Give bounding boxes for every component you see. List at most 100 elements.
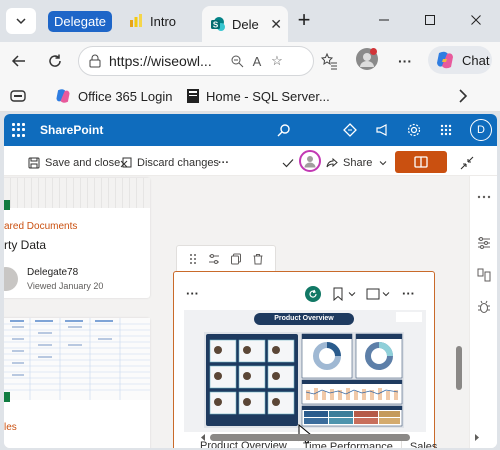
back-button[interactable] [8, 50, 30, 72]
sharepoint-icon: S [211, 17, 225, 31]
document-card[interactable]: ared Documents rty Data Delegate78 Viewe… [4, 178, 150, 298]
tab-group-delegate[interactable]: Delegate [44, 6, 118, 36]
save-and-close-button[interactable]: Save and close [28, 155, 120, 171]
help-icon[interactable] [438, 122, 454, 138]
save-and-close-label: Save and close [45, 157, 121, 169]
tab-label: Intro [150, 13, 177, 29]
svg-text:S: S [213, 21, 219, 30]
close-icon [471, 15, 481, 25]
immersive-reader-button[interactable] [10, 86, 26, 106]
favorite-label: Home - SQL Server... [206, 88, 330, 104]
discard-changes-label: Discard changes [137, 157, 219, 169]
copilot-icon [437, 51, 453, 69]
excel-icon [4, 200, 10, 210]
author-name: Delegate78 [27, 267, 79, 278]
copilot-icon [56, 89, 70, 103]
tab-label: Dele [232, 16, 259, 32]
lock-icon [89, 54, 101, 68]
layout-icon[interactable] [477, 268, 491, 282]
read-aloud-icon[interactable]: A [247, 51, 267, 71]
close-window-button[interactable] [466, 10, 486, 30]
user-avatar[interactable]: D [470, 119, 492, 141]
search-icon[interactable] [276, 122, 292, 138]
favorite-office365[interactable]: Office 365 Login [54, 86, 172, 106]
tab-intro[interactable]: Intro [124, 6, 200, 36]
document-card[interactable]: les [4, 318, 150, 448]
maximize-button[interactable] [420, 10, 440, 30]
app-launcher-icon[interactable] [12, 123, 26, 137]
favorites-icon [320, 52, 337, 70]
zoom-icon[interactable] [227, 51, 247, 71]
report-options-button[interactable]: ··· [402, 286, 415, 301]
edit-properties-icon[interactable] [208, 253, 220, 265]
reset-icon[interactable] [305, 286, 321, 302]
settings-icon[interactable] [406, 122, 422, 138]
share-icon [326, 157, 338, 168]
address-text[interactable]: https://wiseowl... [109, 53, 227, 69]
more-commands-button[interactable]: ··· [218, 155, 229, 171]
view-mode-icon[interactable] [366, 288, 380, 300]
scroll-left-icon[interactable] [200, 434, 206, 441]
viewed-date: Viewed January 20 [27, 281, 104, 291]
refresh-button[interactable] [44, 50, 66, 72]
panel-icon [414, 156, 428, 168]
company-logo [396, 312, 422, 322]
new-tab-button[interactable]: + [292, 9, 316, 33]
properties-icon[interactable] [477, 236, 491, 250]
share-button[interactable]: Share [326, 155, 393, 171]
scroll-right-icon[interactable] [474, 434, 480, 441]
favorite-sql-server[interactable]: Home - SQL Server... [186, 86, 330, 106]
horizontal-scrollbar[interactable] [210, 434, 410, 441]
vertical-scrollbar[interactable] [456, 346, 462, 390]
tab-actions-button[interactable] [6, 8, 36, 34]
chevron-down-icon[interactable] [382, 290, 390, 298]
favorite-label: Office 365 Login [78, 88, 173, 104]
ellipsis-icon[interactable] [477, 190, 491, 204]
profile-avatar[interactable] [356, 48, 378, 70]
favorites-button[interactable] [318, 50, 340, 72]
user-initial: D [477, 124, 485, 136]
delete-icon[interactable] [252, 253, 264, 265]
favorites-overflow-button[interactable] [458, 86, 468, 106]
drag-handle-icon[interactable] [188, 253, 198, 265]
tab-group-label[interactable]: Delegate [48, 10, 113, 32]
report-canvas[interactable]: Product Overview [184, 310, 426, 432]
document-thumbnail [4, 178, 150, 208]
saved-status-icon [282, 155, 299, 171]
bookmark-icon[interactable] [332, 287, 344, 301]
collapse-icon[interactable] [460, 155, 479, 171]
report-header-bar: ··· ··· [182, 284, 426, 306]
page-details-button[interactable] [395, 151, 447, 173]
powerbi-icon [130, 14, 142, 27]
app-title[interactable]: SharePoint [40, 123, 103, 137]
powerbi-webpart[interactable]: ··· ··· Product Overview Product Overvie… [173, 271, 437, 448]
document-title[interactable]: rty Data [4, 238, 46, 252]
favorite-star-icon[interactable]: ☆ [267, 51, 287, 71]
coauthor-avatar[interactable] [299, 150, 321, 172]
sharepoint-page: SharePoint D Save and close Discard chan… [4, 114, 497, 448]
author-avatar [4, 267, 18, 291]
chat-label: Chat [462, 52, 490, 68]
bug-icon[interactable] [477, 300, 491, 314]
megaphone-icon[interactable] [374, 122, 390, 138]
minimize-button[interactable] [374, 10, 394, 30]
copilot-chat-button[interactable]: Chat [428, 46, 492, 74]
discard-changes-button[interactable]: Discard changes [120, 155, 219, 171]
address-bar[interactable]: https://wiseowl... A ☆ [78, 46, 314, 76]
close-tab-icon[interactable]: ✕ [270, 16, 282, 33]
chevron-down-icon [380, 161, 387, 166]
settings-more-button[interactable]: ··· [394, 50, 416, 72]
tab-active[interactable]: S Dele ✕ [202, 6, 288, 42]
spreadsheet-thumbnail [4, 318, 150, 400]
shared-documents-label: ared Documents [4, 221, 78, 232]
chevron-down-icon[interactable] [348, 290, 356, 298]
page-canvas: ared Documents rty Data Delegate78 Viewe… [4, 176, 469, 448]
person-icon [304, 156, 316, 168]
duplicate-icon[interactable] [230, 253, 242, 265]
webpart-toolbar [176, 245, 276, 273]
diamond-icon[interactable] [342, 122, 358, 138]
notification-dot [370, 48, 377, 55]
chevron-right-icon [459, 89, 468, 103]
chevron-down-icon [16, 18, 26, 25]
report-more-button[interactable]: ··· [186, 286, 199, 301]
